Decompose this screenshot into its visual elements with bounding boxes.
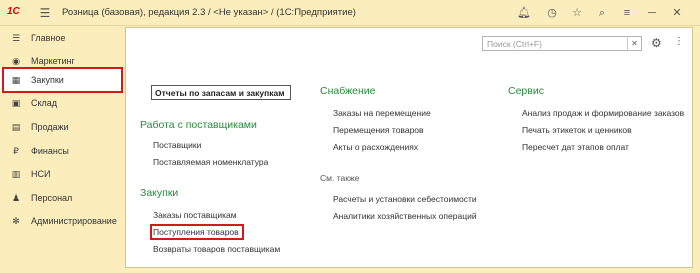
search-placeholder: Поиск (Ctrl+F) <box>487 39 542 49</box>
discrepancy-acts-link[interactable]: Акты о расхождениях <box>333 142 418 152</box>
sidebar-item-label: НСИ <box>31 169 51 179</box>
menu-icon[interactable]: ≡ <box>618 4 636 22</box>
title-bar: 1С ☰ Розница (базовая), редакция 2.3 / <… <box>0 0 700 26</box>
sidebar-item-finance[interactable]: ₽ Финансы <box>0 140 124 162</box>
sidebar-item-label: Главное <box>31 33 66 43</box>
app-logo: 1С <box>7 6 20 17</box>
close-icon[interactable]: ✕ <box>668 4 686 22</box>
window-title: Розница (базовая), редакция 2.3 / <Не ук… <box>62 7 356 18</box>
main-menu-button[interactable]: ☰ <box>36 4 54 22</box>
cost-calculation-link[interactable]: Расчеты и установки себестоимости <box>333 194 477 204</box>
sidebar-item-main[interactable]: ☰ Главное <box>0 27 124 49</box>
transfer-orders-link[interactable]: Заказы на перемещение <box>333 108 431 118</box>
report-link-box[interactable]: Отчеты по запасам и закупкам <box>151 85 291 100</box>
personnel-icon: ♟ <box>11 192 21 203</box>
marketing-icon: ◉ <box>12 55 20 66</box>
warehouse-icon: ▣ <box>11 97 21 108</box>
search-input[interactable]: Поиск (Ctrl+F) ✕ <box>482 36 642 51</box>
more-icon[interactable]: ⋮ <box>674 36 684 47</box>
sidebar-item-reference[interactable]: ▥ НСИ <box>0 163 124 185</box>
sidebar-item-label: Склад <box>31 98 58 108</box>
star-icon[interactable]: ☆ <box>568 4 586 22</box>
sidebar-item-label: Администрирование <box>31 216 117 226</box>
sidebar-item-label: Финансы <box>31 146 69 156</box>
settings-gear-icon[interactable]: ⚙ <box>651 36 662 50</box>
see-also-label: См. также <box>320 173 360 183</box>
sidebar-item-label: Маркетинг <box>31 56 75 66</box>
suppliers-section-title: Работа с поставщиками <box>140 119 257 131</box>
search-icon[interactable]: ⌕ <box>593 4 611 22</box>
supplier-returns-link[interactable]: Возвраты товаров поставщикам <box>153 244 280 254</box>
sidebar-item-sales[interactable]: ▤ Продажи <box>0 116 124 138</box>
history-icon[interactable]: ◷ <box>543 4 561 22</box>
finance-icon: ₽ <box>13 145 19 156</box>
gear-icon: ✻ <box>12 215 20 226</box>
sales-analysis-link[interactable]: Анализ продаж и формирование заказов <box>522 108 684 118</box>
sidebar-item-label: Продажи <box>31 122 69 132</box>
label-printing-link[interactable]: Печать этикеток и ценников <box>522 125 632 135</box>
suppliers-link[interactable]: Поставщики <box>153 140 201 150</box>
reference-icon: ▥ <box>11 168 21 179</box>
supplier-orders-link[interactable]: Заказы поставщикам <box>153 210 237 220</box>
supply-section-title: Снабжение <box>320 85 376 97</box>
goods-transfers-link[interactable]: Перемещения товаров <box>333 125 424 135</box>
sales-icon: ▤ <box>11 121 21 132</box>
content-panel: Поиск (Ctrl+F) ✕ ⚙ ⋮ Отчеты по запасам и… <box>125 27 693 268</box>
hamburger-icon: ☰ <box>11 32 21 43</box>
sidebar-item-warehouse[interactable]: ▣ Склад <box>0 92 124 114</box>
bell-icon[interactable]: 🔔︎ <box>515 4 533 22</box>
business-analytics-link[interactable]: Аналитики хозяйственных операций <box>333 211 477 221</box>
report-link[interactable]: Отчеты по запасам и закупкам <box>155 88 285 98</box>
sidebar: ☰ Главное ◉ Маркетинг ▦ Закупки ▣ Склад … <box>0 27 124 273</box>
supplied-nomenclature-link[interactable]: Поставляемая номенклатура <box>153 157 268 167</box>
purchases-section-title: Закупки <box>140 187 179 199</box>
minimize-icon[interactable]: ─ <box>643 4 661 22</box>
sidebar-item-admin[interactable]: ✻ Администрирование <box>0 210 124 232</box>
goods-receipts-link[interactable]: Поступления товаров <box>153 227 239 237</box>
payment-dates-link[interactable]: Пересчет дат этапов оплат <box>522 142 629 152</box>
sidebar-item-label: Персонал <box>31 193 73 203</box>
selected-section-highlight <box>2 67 123 93</box>
clear-icon[interactable]: ✕ <box>627 37 641 50</box>
service-section-title: Сервис <box>508 85 544 97</box>
sidebar-item-personnel[interactable]: ♟ Персонал <box>0 187 124 209</box>
